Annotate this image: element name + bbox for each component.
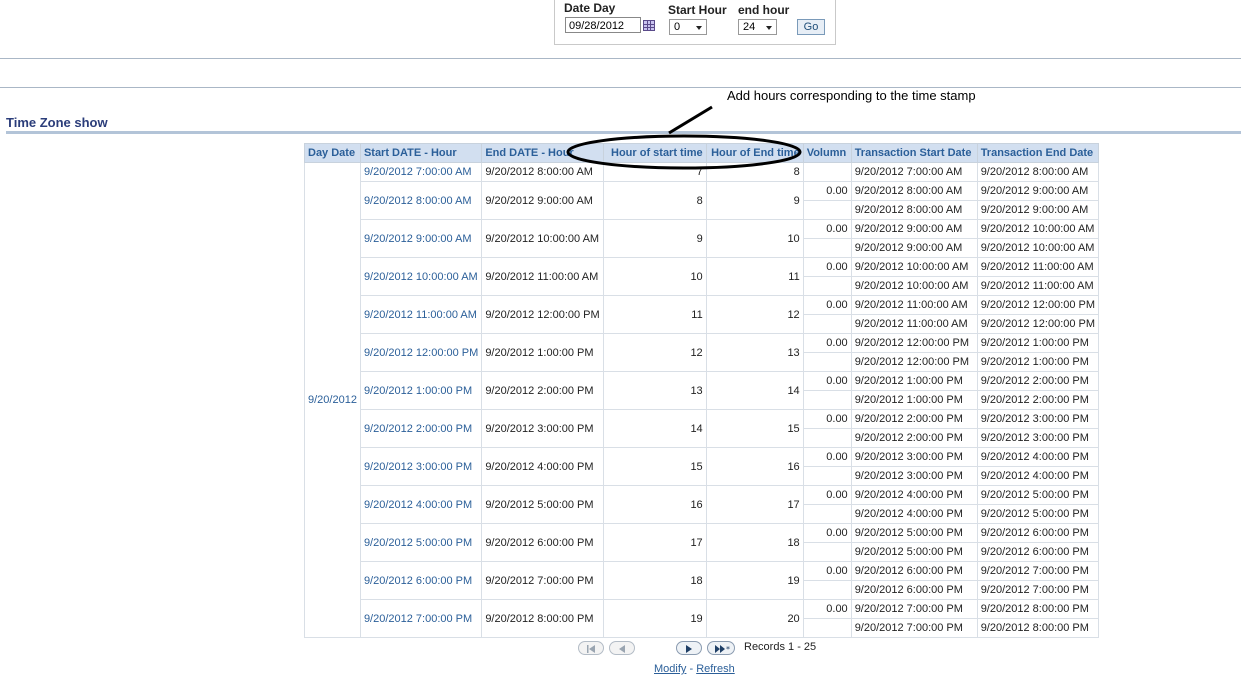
first-page-icon [587,645,595,653]
previous-page-icon [619,645,625,653]
next-page-button[interactable] [676,641,702,655]
link-separator: - [686,663,697,675]
fast-forward-icon: * [715,645,730,654]
annotation-arrow [668,105,713,135]
previous-page-button[interactable] [609,641,635,655]
modify-link[interactable]: Modify [654,663,686,675]
first-page-button[interactable] [578,641,604,655]
records-count: Records 1 - 25 [744,641,817,653]
report-links: Modify - Refresh [654,663,735,675]
refresh-link[interactable]: Refresh [696,663,735,675]
last-page-button[interactable]: * [707,641,735,655]
highlight-ellipse [566,134,802,170]
next-page-icon [686,645,692,653]
annotation-overlay [566,105,802,170]
svg-text:*: * [726,645,730,654]
